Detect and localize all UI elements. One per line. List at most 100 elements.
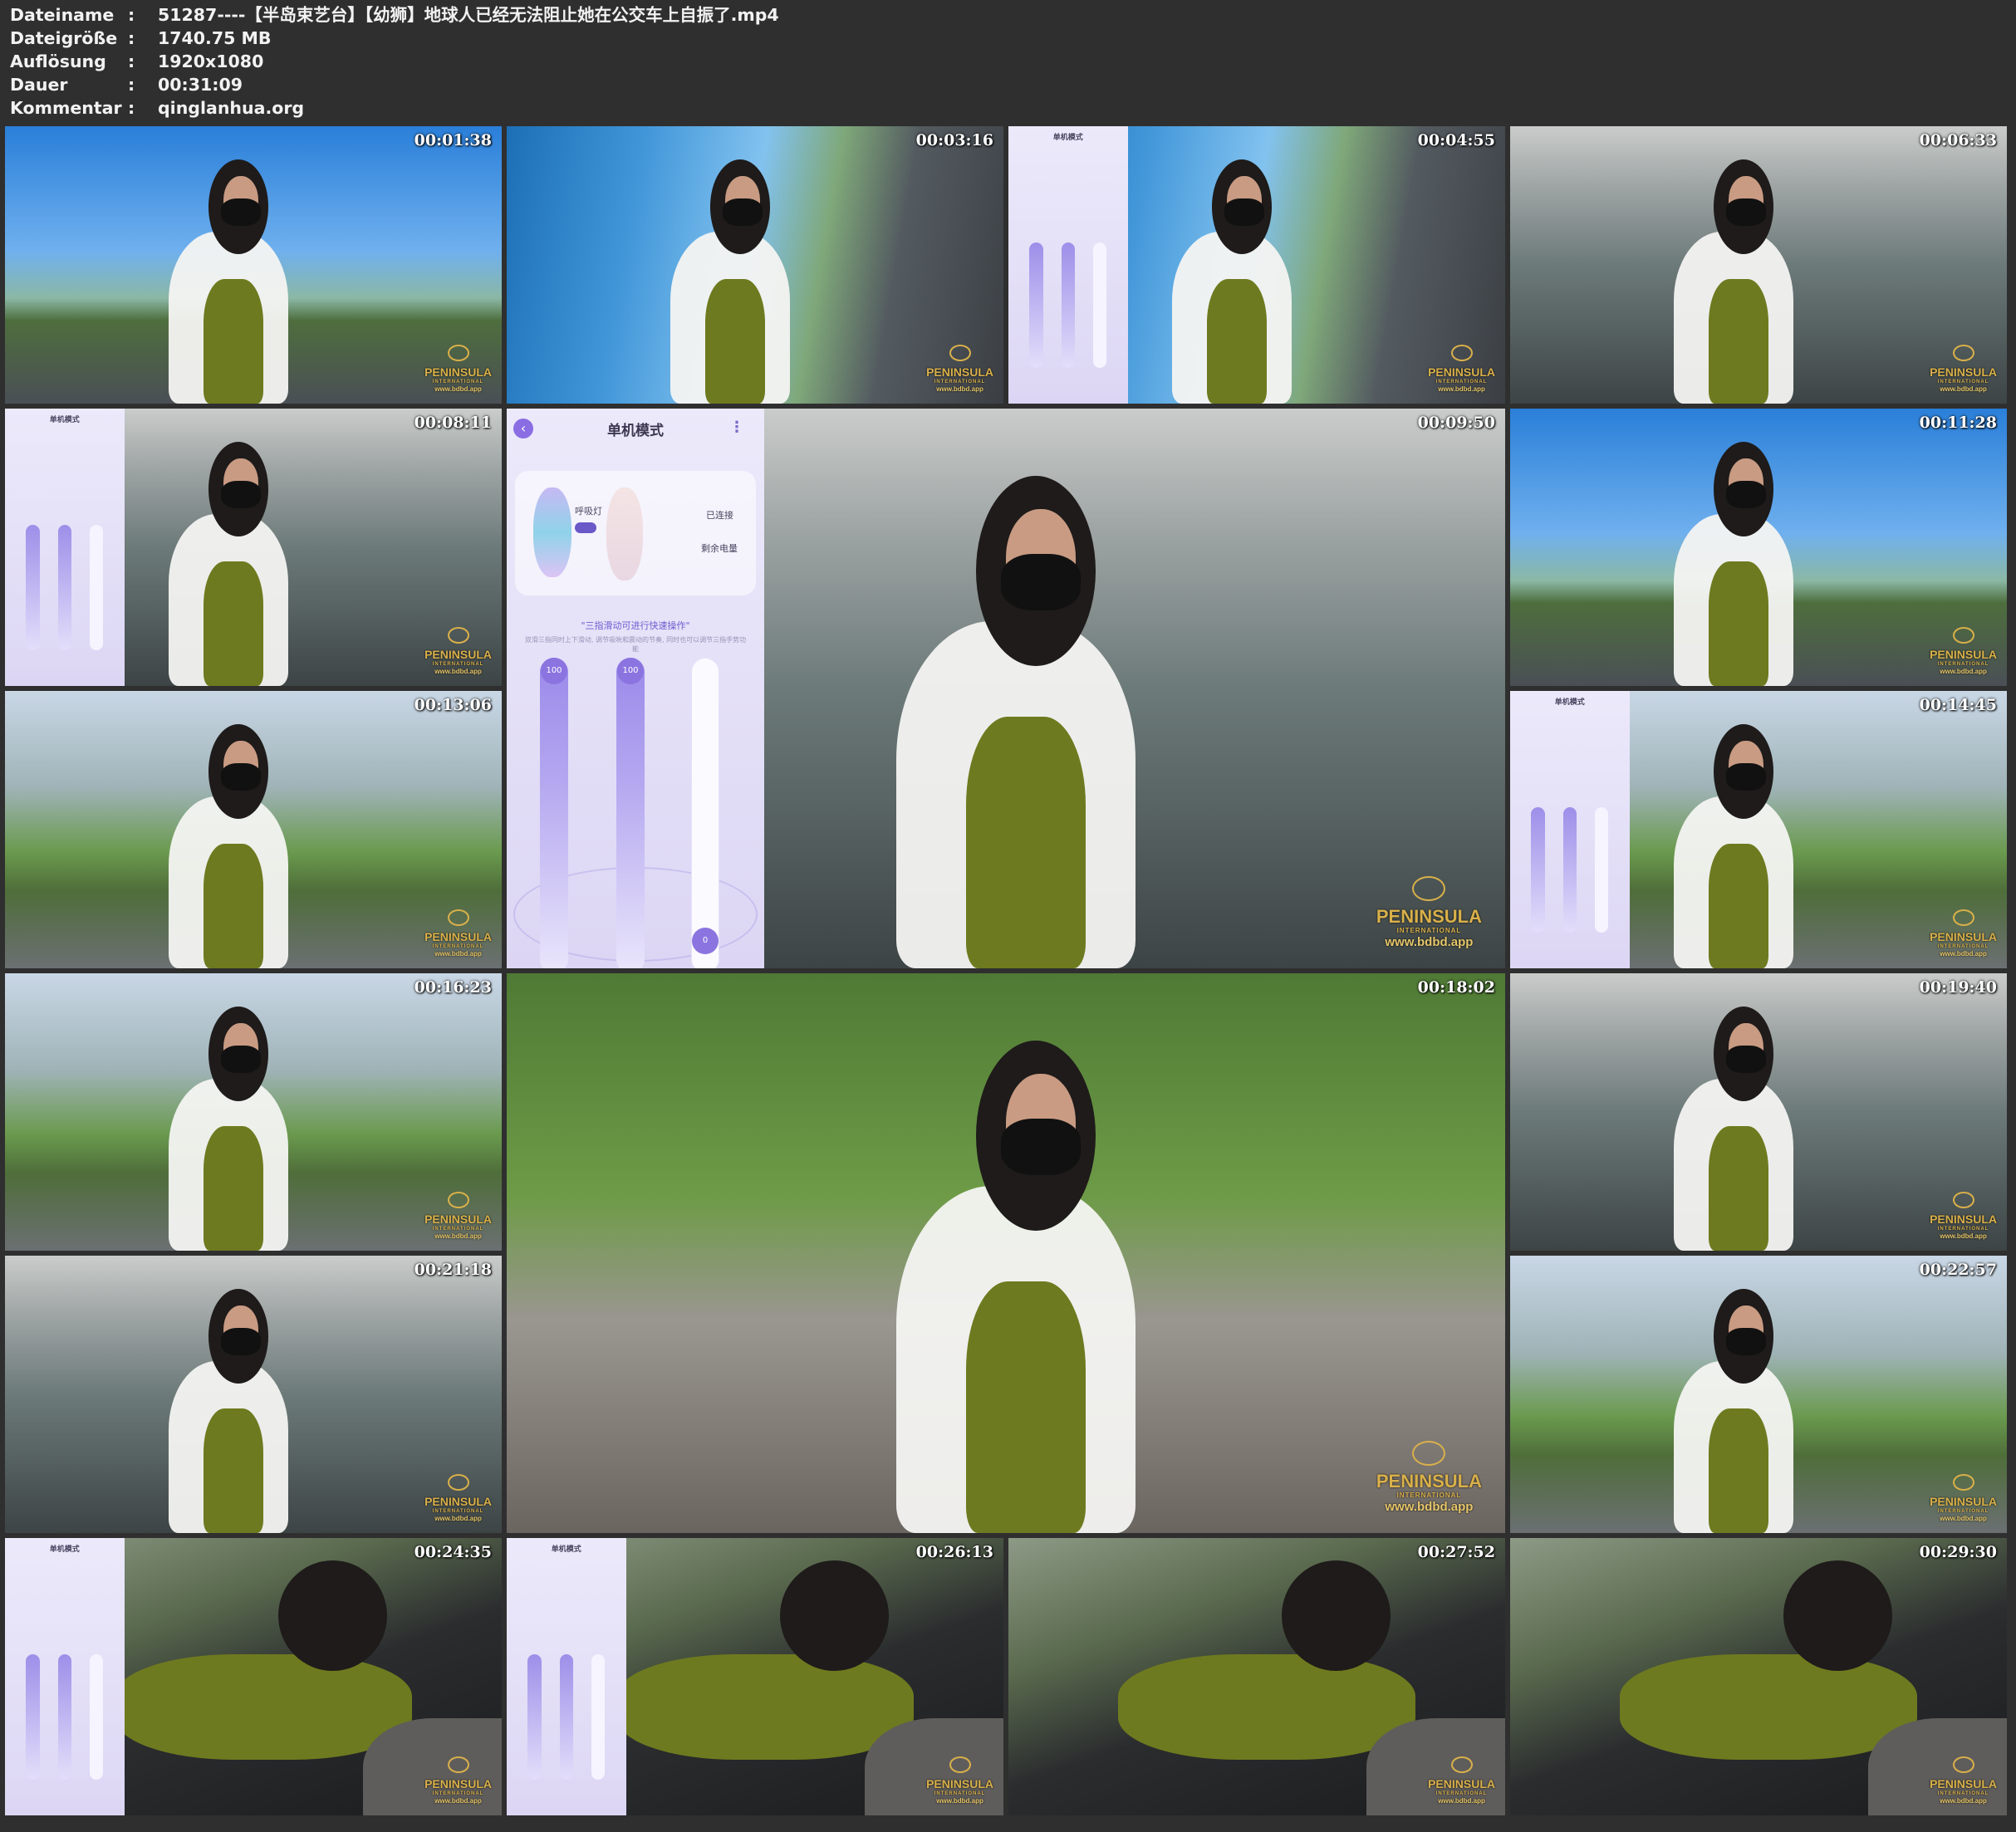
globe-icon	[1952, 627, 1974, 644]
thumbnail-timestamp: 00:01:38	[414, 131, 492, 149]
slider-knob[interactable]: 0	[692, 928, 719, 954]
app-slider	[591, 1654, 606, 1780]
brand-watermark: PENINSULA INTERNATIONAL www.bdbd.app	[1930, 1474, 1997, 1523]
video-thumbnail[interactable]: 单机模式 00:26:13 PENINSULA INTERNATIONAL www.bd…	[507, 1538, 1003, 1815]
app-slider	[1594, 807, 1609, 933]
meta-value-resolution: 1920x1080	[158, 51, 264, 71]
app-screen-overlay: 单机模式	[507, 1538, 626, 1815]
video-thumbnail[interactable]: 单机模式 00:08:11 PENINSULA INTERNATIONAL www.bd…	[5, 409, 502, 686]
app-screen-overlay: 单机模式	[1510, 691, 1630, 968]
gesture-hint: "三指滑动可进行快速操作"	[581, 620, 690, 631]
globe-icon	[1412, 876, 1446, 901]
intensity-slider[interactable]	[616, 658, 645, 968]
connected-label: 已连接	[706, 510, 733, 521]
globe-icon	[1952, 345, 1974, 361]
intensity-slider[interactable]	[540, 658, 568, 968]
watermark-sub: INTERNATIONAL	[432, 1227, 484, 1232]
video-thumbnail[interactable]: 00:13:06 PENINSULA INTERNATIONAL www.bdbd.a…	[5, 691, 502, 968]
watermark-brand: PENINSULA	[1428, 1777, 1495, 1790]
globe-icon	[949, 345, 971, 361]
meta-separator: :	[128, 5, 135, 25]
meta-row-filename: Dateiname : 51287----【半岛束艺台】【幼狮】地球人已经无法阻…	[10, 3, 2004, 27]
scene-figure	[507, 973, 1505, 1533]
app-slider	[89, 1654, 104, 1780]
watermark-brand: PENINSULA	[1930, 648, 1997, 661]
file-info-header: Dateiname : 51287----【半岛束艺台】【幼狮】地球人已经无法阻…	[10, 3, 2004, 120]
video-thumbnail[interactable]: 00:11:28 PENINSULA INTERNATIONAL www.bdbd.a…	[1510, 409, 2007, 686]
video-thumbnail[interactable]: 00:16:23 PENINSULA INTERNATIONAL www.bdbd.a…	[5, 973, 502, 1251]
lamp-toggle[interactable]	[575, 522, 596, 533]
video-thumbnail[interactable]: 单机模式 00:04:55 PENINSULA INTERNATIONAL www.bd…	[1008, 126, 1505, 404]
app-slider	[1531, 807, 1545, 933]
brand-watermark: PENINSULA INTERNATIONAL www.bdbd.app	[1376, 1441, 1482, 1515]
meta-value-duration: 00:31:09	[158, 75, 243, 95]
meta-value-comment: qinglanhua.org	[158, 98, 305, 118]
app-title: 单机模式	[607, 423, 664, 439]
lamp-label: 呼吸灯	[575, 506, 602, 517]
video-thumbnail[interactable]: 00:06:33 PENINSULA INTERNATIONAL www.bdbd.a…	[1510, 126, 2007, 404]
globe-icon	[1952, 909, 1974, 926]
video-thumbnail[interactable]: 00:01:38 PENINSULA INTERNATIONAL www.bdbd.a…	[5, 126, 502, 404]
brand-watermark: PENINSULA INTERNATIONAL www.bdbd.app	[1428, 1756, 1495, 1805]
watermark-sub: INTERNATIONAL	[1937, 1791, 1989, 1796]
video-thumbnail[interactable]: 00:21:18 PENINSULA INTERNATIONAL www.bdbd.a…	[5, 1256, 502, 1533]
video-thumbnail[interactable]: 00:19:40 PENINSULA INTERNATIONAL www.bdbd.a…	[1510, 973, 2007, 1251]
video-thumbnail[interactable]: 单机模式 00:24:35 PENINSULA INTERNATIONAL www.bd…	[5, 1538, 502, 1815]
intensity-slider[interactable]	[691, 658, 719, 968]
thumbnail-timestamp: 00:06:33	[1919, 131, 1997, 149]
app-slider	[57, 525, 71, 650]
thumbnail-timestamp: 00:18:02	[1417, 978, 1495, 997]
thumbnail-timestamp: 00:11:28	[1919, 414, 1997, 432]
watermark-sub: INTERNATIONAL	[1937, 662, 1989, 667]
watermark-brand: PENINSULA	[424, 1495, 492, 1508]
watermark-url: www.bdbd.app	[936, 1797, 983, 1805]
app-sliders	[17, 1654, 112, 1780]
watermark-sub: INTERNATIONAL	[432, 380, 484, 385]
video-thumbnail[interactable]: 00:29:30 PENINSULA INTERNATIONAL www.bdbd.a…	[1510, 1538, 2007, 1815]
watermark-brand: PENINSULA	[1376, 1471, 1482, 1492]
thumbnail-timestamp: 00:27:52	[1417, 1543, 1495, 1561]
brand-watermark: PENINSULA INTERNATIONAL www.bdbd.app	[424, 1192, 492, 1241]
watermark-sub: INTERNATIONAL	[934, 380, 986, 385]
brand-watermark: PENINSULA INTERNATIONAL www.bdbd.app	[1930, 345, 1997, 394]
thumbnail-timestamp: 00:03:16	[915, 131, 993, 149]
video-thumbnail[interactable]: 00:18:02 PENINSULA INTERNATIONAL www.bdbd.a…	[507, 973, 1505, 1533]
watermark-url: www.bdbd.app	[434, 1797, 482, 1805]
app-slider	[1562, 807, 1577, 933]
globe-icon	[1450, 1756, 1473, 1773]
thumbnail-timestamp: 00:04:55	[1417, 131, 1495, 149]
watermark-sub: INTERNATIONAL	[1937, 1227, 1989, 1232]
watermark-brand: PENINSULA	[424, 1212, 492, 1226]
app-screen-panel: ‹ 单机模式 ⋮ 呼吸灯 已连接 剩余电量 "三指滑动可进行快速操作" 双滑三指同时上下滑动,…	[507, 409, 764, 968]
video-thumbnail[interactable]: ‹ 单机模式 ⋮ 呼吸灯 已连接 剩余电量 "三指滑动可进行快速操作" 双滑三指同时上下滑动,…	[507, 409, 1505, 968]
meta-key: Kommentar	[10, 98, 122, 118]
globe-icon	[447, 1756, 469, 1773]
more-icon[interactable]: ⋮	[729, 419, 744, 436]
battery-label: 剩余电量	[701, 543, 738, 554]
video-thumbnail[interactable]: 00:22:57 PENINSULA INTERNATIONAL www.bdbd.a…	[1510, 1256, 2007, 1533]
video-thumbnail[interactable]: 单机模式 00:14:45 PENINSULA INTERNATIONAL www.bd…	[1510, 691, 2007, 968]
meta-key: Auflösung	[10, 51, 106, 71]
globe-icon	[447, 1192, 469, 1208]
app-slider	[1029, 242, 1043, 368]
thumbnail-timestamp: 00:08:11	[414, 414, 492, 432]
slider-knob[interactable]: 100	[617, 658, 644, 684]
watermark-sub: INTERNATIONAL	[432, 944, 484, 949]
watermark-url: www.bdbd.app	[1940, 385, 1987, 393]
meta-key: Dateiname	[10, 5, 115, 25]
meta-row-comment: Kommentar : qinglanhua.org	[10, 96, 2004, 120]
video-thumbnail[interactable]: 00:03:16 PENINSULA INTERNATIONAL www.bdbd.a…	[507, 126, 1003, 404]
watermark-brand: PENINSULA	[926, 365, 993, 379]
meta-row-resolution: Auflösung : 1920x1080	[10, 50, 2004, 73]
meta-separator: :	[128, 75, 135, 95]
watermark-sub: INTERNATIONAL	[1937, 1509, 1989, 1514]
brand-watermark: PENINSULA INTERNATIONAL www.bdbd.app	[1428, 345, 1495, 394]
watermark-brand: PENINSULA	[1930, 1212, 1997, 1226]
thumbnail-timestamp: 00:22:57	[1919, 1261, 1997, 1279]
app-title: 单机模式	[551, 1545, 581, 1554]
meta-separator: :	[128, 98, 135, 118]
brand-watermark: PENINSULA INTERNATIONAL www.bdbd.app	[424, 1756, 492, 1805]
slider-knob[interactable]: 100	[541, 658, 567, 684]
app-slider	[26, 525, 40, 650]
video-thumbnail[interactable]: 00:27:52 PENINSULA INTERNATIONAL www.bdbd.a…	[1008, 1538, 1505, 1815]
